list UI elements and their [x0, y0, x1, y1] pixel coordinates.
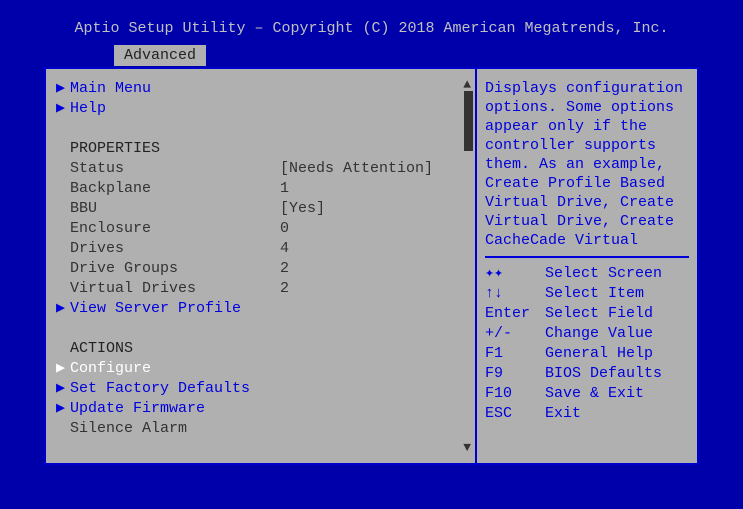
menu-help[interactable]: ▶ Help — [56, 99, 469, 119]
menu-view-server-profile[interactable]: ▶ View Server Profile — [56, 299, 469, 319]
menu-main-menu[interactable]: ▶ Main Menu — [56, 79, 469, 99]
bios-screen: Aptio Setup Utility – Copyright (C) 2018… — [0, 0, 743, 509]
label: Update Firmware — [70, 399, 280, 419]
label: Drives — [70, 239, 280, 259]
value: [Needs Attention] — [280, 159, 433, 179]
label: Set Factory Defaults — [70, 379, 280, 399]
desc: Exit — [545, 404, 581, 424]
row-drive-groups: Drive Groups 2 — [56, 259, 469, 279]
label: Main Menu — [70, 79, 280, 99]
row-drives: Drives 4 — [56, 239, 469, 259]
key: +/- — [485, 324, 545, 344]
section-properties: PROPERTIES — [56, 139, 469, 159]
key: Enter — [485, 304, 545, 324]
row-enclosure: Enclosure 0 — [56, 219, 469, 239]
scroll-down-icon[interactable]: ▼ — [463, 440, 471, 455]
key: ESC — [485, 404, 545, 424]
key: F10 — [485, 384, 545, 404]
triangle-icon: ▶ — [56, 79, 70, 99]
left-pane: ▲ ▼ ▶ Main Menu ▶ Help PROPERTIES Status… — [46, 69, 475, 463]
menu-configure[interactable]: ▶ Configure — [56, 359, 469, 379]
triangle-icon: ▶ — [56, 359, 70, 379]
scroll-up-icon[interactable]: ▲ — [463, 77, 471, 92]
triangle-icon: ▶ — [56, 399, 70, 419]
row-backplane: Backplane 1 — [56, 179, 469, 199]
label: Status — [70, 159, 280, 179]
value: 0 — [280, 219, 289, 239]
key-exit: ESC Exit — [485, 404, 689, 424]
help-text: Displays configuration options. Some opt… — [485, 79, 689, 250]
key-change-value: +/- Change Value — [485, 324, 689, 344]
footer-bar — [0, 473, 743, 503]
key: ↑↓ — [485, 284, 545, 304]
triangle-icon: ▶ — [56, 379, 70, 399]
label: Help — [70, 99, 280, 119]
menu-update-firmware[interactable]: ▶ Update Firmware — [56, 399, 469, 419]
label: BBU — [70, 199, 280, 219]
tab-bar: Advanced — [0, 45, 743, 67]
value: 1 — [280, 179, 289, 199]
desc: Select Item — [545, 284, 644, 304]
value: 2 — [280, 259, 289, 279]
row-bbu: BBU [Yes] — [56, 199, 469, 219]
label: Backplane — [70, 179, 280, 199]
triangle-icon: ▶ — [56, 99, 70, 119]
label: Silence Alarm — [70, 419, 280, 439]
value: [Yes] — [280, 199, 325, 219]
menu-set-factory-defaults[interactable]: ▶ Set Factory Defaults — [56, 379, 469, 399]
key: ✦✦ — [485, 264, 545, 284]
key: F9 — [485, 364, 545, 384]
desc: Select Screen — [545, 264, 662, 284]
desc: Select Field — [545, 304, 653, 324]
scrollbar-thumb[interactable] — [464, 91, 473, 151]
desc: BIOS Defaults — [545, 364, 662, 384]
desc: General Help — [545, 344, 653, 364]
triangle-icon: ▶ — [56, 299, 70, 319]
key-save-exit: F10 Save & Exit — [485, 384, 689, 404]
tab-advanced[interactable]: Advanced — [114, 45, 206, 66]
label: Drive Groups — [70, 259, 280, 279]
section-actions: ACTIONS — [56, 339, 469, 359]
label: Virtual Drives — [70, 279, 280, 299]
row-status: Status [Needs Attention] — [56, 159, 469, 179]
value: 2 — [280, 279, 289, 299]
title-bar: Aptio Setup Utility – Copyright (C) 2018… — [0, 18, 743, 45]
key-select-field: Enter Select Field — [485, 304, 689, 324]
label: View Server Profile — [70, 299, 280, 319]
menu-silence-alarm[interactable]: Silence Alarm — [56, 419, 469, 439]
desc: Save & Exit — [545, 384, 644, 404]
content-frame: ▲ ▼ ▶ Main Menu ▶ Help PROPERTIES Status… — [44, 67, 699, 465]
key-select-screen: ✦✦ Select Screen — [485, 264, 689, 284]
divider — [485, 256, 689, 258]
right-pane: Displays configuration options. Some opt… — [475, 69, 697, 463]
desc: Change Value — [545, 324, 653, 344]
key: F1 — [485, 344, 545, 364]
key-select-item: ↑↓ Select Item — [485, 284, 689, 304]
label: Configure — [70, 359, 280, 379]
label: Enclosure — [70, 219, 280, 239]
row-virtual-drives: Virtual Drives 2 — [56, 279, 469, 299]
key-general-help: F1 General Help — [485, 344, 689, 364]
key-bios-defaults: F9 BIOS Defaults — [485, 364, 689, 384]
value: 4 — [280, 239, 289, 259]
